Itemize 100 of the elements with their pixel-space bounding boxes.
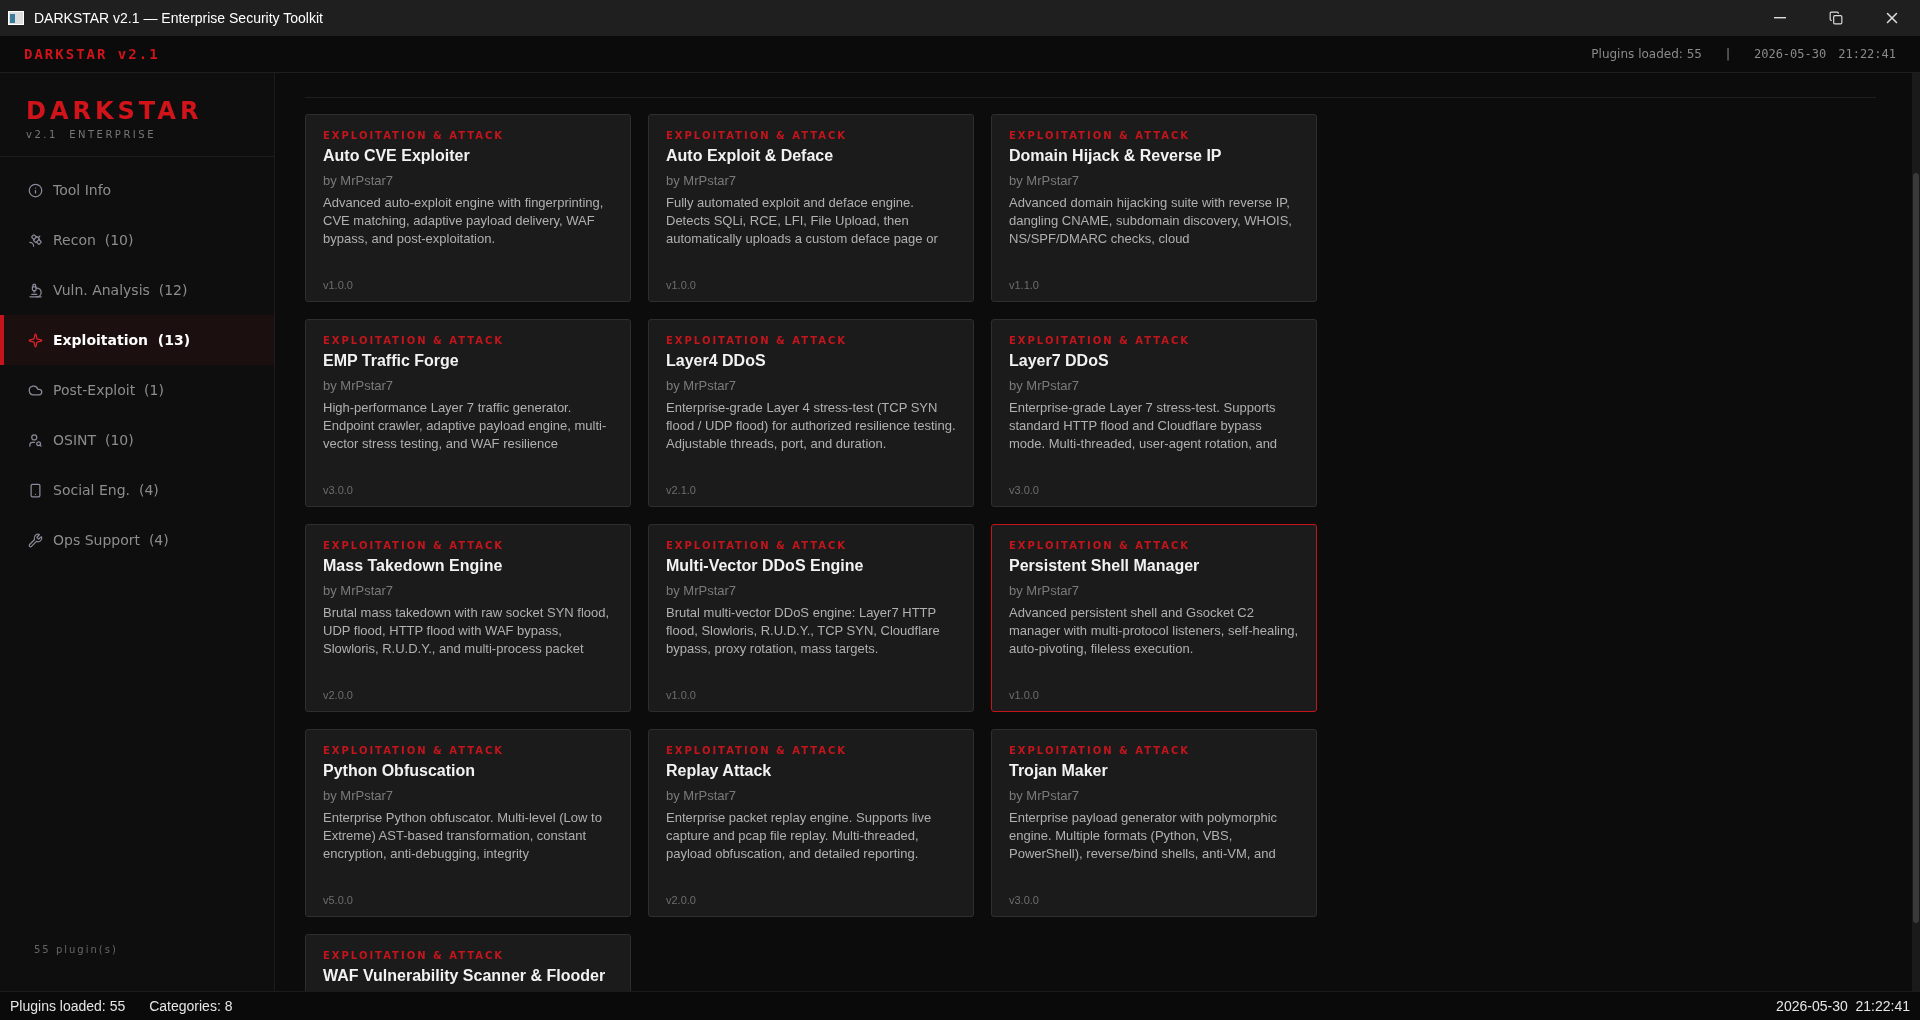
card-category: EXPLOITATION & ATTACK (323, 950, 506, 961)
card-title: Auto Exploit & Deface (666, 147, 835, 165)
card-category: EXPLOITATION & ATTACK (666, 745, 849, 756)
card-version: v1.0.0 (666, 279, 697, 291)
time: 21:22:41 (1838, 47, 1896, 61)
card-category: EXPLOITATION & ATTACK (1009, 540, 1192, 551)
sidebar-subtitle: v2.1 ENTERPRISE (26, 129, 157, 140)
card-description: Advanced domain hijacking suite with reverse IP, dangling CNAME, subdomain discovery, WHOIS, NS/SPF/DMARC checks, cloud (1009, 194, 1293, 248)
card-author: by MrPstar7 (666, 378, 738, 393)
card-description: Advanced persistent shell and Gsocket C2 manager with multi-protocol listeners, self-healing, auto-pivoting, fileless execution. (1009, 604, 1299, 658)
card-version: v1.0.0 (666, 689, 697, 701)
card-description: Enterprise Python obfuscator. Multi-level (Low to Extreme) AST-based transformation, constant encryption, anti-debugging, integrity (323, 809, 603, 863)
tool-card[interactable]: EXPLOITATION & ATTACK Replay Attack by MrPstar7 Enterprise packet replay engine. Supports live capture and pcap file replay. Multi-threaded, payload obfuscation, and detailed reporting. v2.0.0 (648, 729, 974, 917)
card-author: by MrPstar7 (323, 788, 395, 803)
plugin-count: 55 plugin(s) (33, 944, 119, 957)
tool-card[interactable]: EXPLOITATION & ATTACK Multi-Vector DDoS Engine by MrPstar7 Brutal multi-vector DDoS engine: Layer7 HTTP flood, Slowloris, R.U.D.Y., TCP SYN, Cloudflare bypass, proxy rotation, mass targets. v1.0.0 (648, 524, 974, 712)
sidebar-item[interactable]: Tool Info (0, 165, 274, 215)
person-search-icon (28, 432, 43, 448)
card-description: Enterprise packet replay engine. Supports live capture and pcap file replay. Multi-threaded, payload obfuscation, and detailed reporting. (666, 809, 933, 863)
tool-card[interactable]: EXPLOITATION & ATTACK EMP Traffic Forge by MrPstar7 High-performance Layer 7 traffic generator. Endpoint crawler, adaptive payload engine, multi-vector stress testing, and WAF resilience v3.0.0 (305, 319, 631, 507)
card-version: v3.0.0 (1009, 894, 1040, 906)
card-author: by MrPstar7 (323, 173, 395, 188)
microscope-icon (28, 282, 43, 298)
card-version: v3.0.0 (1009, 484, 1040, 496)
card-version: v5.0.0 (323, 894, 354, 906)
card-author: by MrPstar7 (1009, 583, 1081, 598)
sidebar-item[interactable]: OSINT (10) (0, 415, 274, 465)
tool-card[interactable]: EXPLOITATION & ATTACK Mass Takedown Engine by MrPstar7 Brutal mass takedown with raw socket SYN flood, UDP flood, HTTP flood with WAF bypass, Slowloris, R.U.D.Y., and multi-process packet v2.0.0 (305, 524, 631, 712)
card-author: by MrPstar7 (323, 583, 395, 598)
restore-icon (1829, 11, 1843, 25)
sidebar-logo: DARKSTAR (26, 97, 204, 125)
status-categories: Categories: 8 (149, 998, 233, 1014)
card-version: v1.0.0 (323, 279, 354, 291)
window-title: DARKSTAR v2.1 — Enterprise Security Toolkit (34, 10, 323, 26)
tool-card[interactable]: EXPLOITATION & ATTACK Auto Exploit & Deface by MrPstar7 Fully automated exploit and deface engine. Detects SQLi, RCE, LFI, File Upload, then automatically uploads a custom deface page or v1.0.0 (648, 114, 974, 302)
card-version: v3.0.0 (323, 484, 354, 496)
card-title: Mass Takedown Engine (323, 557, 504, 575)
burst-icon (28, 332, 43, 348)
tool-card[interactable]: EXPLOITATION & ATTACK Python Obfuscation by MrPstar7 Enterprise Python obfuscator. Multi-level (Low to Extreme) AST-based transformation, constant encryption, anti-debugging, integrity v5.0.0 (305, 729, 631, 917)
date: 2026-05-30 (1753, 47, 1827, 61)
card-version: v2.0.0 (323, 689, 354, 701)
card-title: Replay Attack (666, 762, 773, 780)
card-category: EXPLOITATION & ATTACK (666, 540, 849, 551)
card-description: Fully automated exploit and deface engine. Detects SQLi, RCE, LFI, File Upload, then automatically uploads a custom deface page or (666, 194, 939, 248)
info-icon (28, 182, 43, 198)
separator: | (1725, 47, 1730, 61)
card-description: Advanced auto-exploit engine with fingerprinting, CVE matching, adaptive payload delivery, WAF bypass, and post-exploitation. (323, 194, 605, 248)
tool-card[interactable]: EXPLOITATION & ATTACK Auto CVE Exploiter by MrPstar7 Advanced auto-exploit engine with fingerprinting, CVE matching, adaptive payload delivery, WAF bypass, and post-exploitation. v1.0.0 (305, 114, 631, 302)
card-description: Enterprise-grade Layer 7 stress-test. Supports standard HTTP flood and Cloudflare bypass mode. Multi-threaded, user-agent rotation, and (1009, 399, 1279, 453)
card-version: v2.1.0 (666, 484, 697, 496)
app-icon (8, 11, 24, 25)
card-category: EXPLOITATION & ATTACK (1009, 130, 1192, 141)
status-plugins: Plugins loaded: 55 (10, 998, 126, 1014)
cloud-icon (28, 382, 43, 398)
card-description: Brutal multi-vector DDoS engine: Layer7 HTTP flood, Slowloris, R.U.D.Y., TCP SYN, Cloudflare bypass, proxy rotation, mass targets. (666, 604, 941, 658)
phone-icon (28, 482, 43, 498)
sidebar-item[interactable]: Exploitation (13) (0, 315, 274, 365)
tool-card[interactable]: EXPLOITATION & ATTACK Trojan Maker by MrPstar7 Enterprise payload generator with polymorphic engine. Multiple formats (Python, VBS, PowerShell), reverse/bind shells, anti-VM, and v3.0.0 (991, 729, 1317, 917)
card-description: Enterprise payload generator with polymorphic engine. Multiple formats (Python, VBS, PowerShell), reverse/bind shells, anti-VM, and (1009, 809, 1279, 863)
wrench-icon (28, 532, 43, 548)
sidebar-item[interactable]: Recon (10) (0, 215, 274, 265)
card-category: EXPLOITATION & ATTACK (323, 130, 506, 141)
card-category: EXPLOITATION & ATTACK (1009, 745, 1192, 756)
card-category: EXPLOITATION & ATTACK (323, 745, 506, 756)
card-author: by MrPstar7 (323, 378, 395, 393)
card-title: EMP Traffic Forge (323, 352, 460, 370)
card-version: v1.1.0 (1009, 279, 1040, 291)
tool-card[interactable]: EXPLOITATION & ATTACK Layer7 DDoS by MrPstar7 Enterprise-grade Layer 7 stress-test. Supports standard HTTP flood and Cloudflare bypass mode. Multi-threaded, user-agent rotation, and v3.0.0 (991, 319, 1317, 507)
tool-card[interactable]: EXPLOITATION & ATTACK WAF Vulnerability Scanner & Flooder (305, 934, 631, 991)
tool-card[interactable]: EXPLOITATION & ATTACK Domain Hijack & Reverse IP by MrPstar7 Advanced domain hijacking suite with reverse IP, dangling CNAME, subdomain discovery, WHOIS, NS/SPF/DMARC checks, cloud v1.1.0 (991, 114, 1317, 302)
scrollbar-thumb[interactable] (1913, 173, 1919, 923)
card-title: Layer7 DDoS (1009, 352, 1110, 370)
card-title: Layer4 DDoS (666, 352, 767, 370)
minimize-icon (1774, 17, 1786, 19)
card-category: EXPLOITATION & ATTACK (666, 130, 849, 141)
card-author: by MrPstar7 (666, 788, 738, 803)
card-title: Trojan Maker (1009, 762, 1109, 780)
sidebar-item[interactable]: Ops Support (4) (0, 515, 274, 565)
card-title: Domain Hijack & Reverse IP (1009, 147, 1223, 165)
card-category: EXPLOITATION & ATTACK (323, 335, 506, 346)
card-author: by MrPstar7 (1009, 788, 1081, 803)
card-title: Auto CVE Exploiter (323, 147, 471, 165)
card-description: High-performance Layer 7 traffic generator. Endpoint crawler, adaptive payload engine, multi-vector stress testing, and WAF resilience (323, 399, 608, 453)
plugins-loaded: Plugins loaded: 55 (1591, 47, 1702, 61)
tool-card[interactable]: EXPLOITATION & ATTACK Layer4 DDoS by MrPstar7 Enterprise-grade Layer 4 stress-test (TCP SYN flood / UDP flood) for authorized resilience testing. Adjustable threads, port, and duration. v2.1.0 (648, 319, 974, 507)
card-category: EXPLOITATION & ATTACK (323, 540, 506, 551)
card-title: Multi-Vector DDoS Engine (666, 557, 865, 575)
sidebar-item[interactable]: Social Eng. (4) (0, 465, 274, 515)
status-datetime: 2026-05-30 21:22:41 (1776, 998, 1910, 1014)
card-description: Enterprise-grade Layer 4 stress-test (TCP SYN flood / UDP flood) for authorized resilience testing. Adjustable threads, port, and duration. (666, 399, 956, 453)
card-version: v2.0.0 (666, 894, 697, 906)
card-author: by MrPstar7 (1009, 173, 1081, 188)
card-author: by MrPstar7 (666, 583, 738, 598)
header-brand: DARKSTAR v2.1 (24, 46, 160, 62)
sidebar-item[interactable]: Post-Exploit (1) (0, 365, 274, 415)
card-version: v1.0.0 (1009, 689, 1040, 701)
tool-card[interactable]: EXPLOITATION & ATTACK Persistent Shell Manager by MrPstar7 Advanced persistent shell and Gsocket C2 manager with multi-protocol listeners, self-healing, auto-pivoting, fileless execution. v1.0.0 (991, 524, 1317, 712)
card-title: WAF Vulnerability Scanner & Flooder (323, 967, 607, 985)
satellite-icon (28, 232, 43, 248)
sidebar-item[interactable]: Vuln. Analysis (12) (0, 265, 274, 315)
